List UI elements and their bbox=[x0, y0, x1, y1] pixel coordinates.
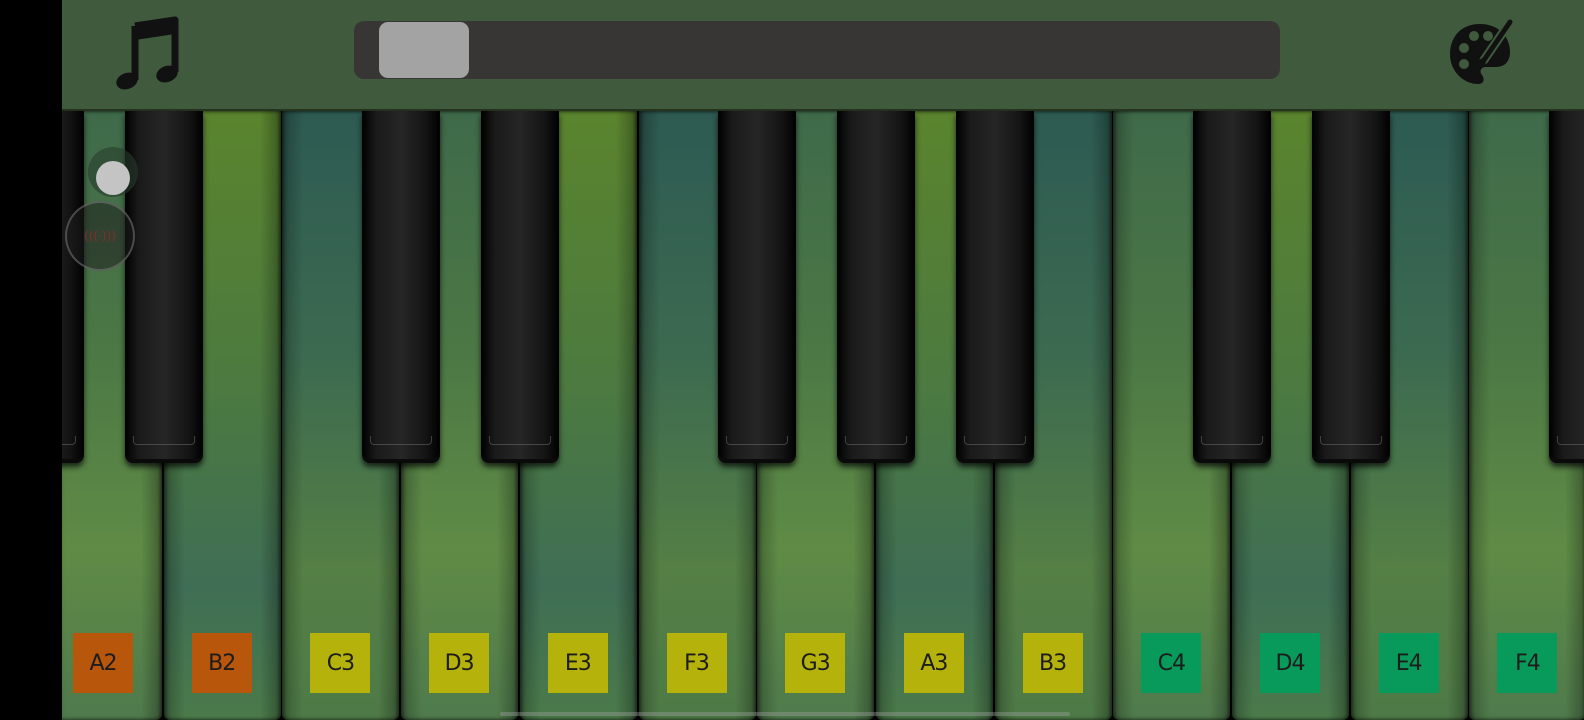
keyboard-scroll-thumb[interactable] bbox=[379, 22, 470, 78]
note-label-c4: C4 bbox=[1141, 633, 1202, 693]
left-black-bar bbox=[0, 0, 62, 720]
note-label-d3: D3 bbox=[429, 633, 490, 693]
note-label-c3: C3 bbox=[310, 633, 371, 693]
piano-app: A2 B2 C3 D3 E3 F3 G3 A3 B3 C4 D4 E4 F4 (((·))) bbox=[62, 0, 1584, 720]
palette-brush-icon bbox=[1450, 18, 1515, 84]
gesture-handle bbox=[500, 712, 1070, 716]
note-label-b2: B2 bbox=[191, 633, 252, 693]
black-key-ds4[interactable] bbox=[1311, 111, 1390, 463]
black-key-as3[interactable] bbox=[955, 111, 1034, 463]
note-label-e3: E3 bbox=[547, 633, 608, 693]
pitch-knob-handle[interactable] bbox=[96, 161, 130, 195]
piano-keyboard: A2 B2 C3 D3 E3 F3 G3 A3 B3 C4 D4 E4 F4 (((·))) bbox=[62, 111, 1584, 720]
note-label-a2: A2 bbox=[73, 633, 133, 693]
black-key-fs3[interactable] bbox=[718, 111, 797, 463]
music-note-button[interactable] bbox=[110, 16, 186, 92]
note-label-f3: F3 bbox=[666, 633, 727, 693]
note-label-g3: G3 bbox=[785, 633, 846, 693]
black-key-gs3[interactable] bbox=[836, 111, 915, 463]
black-key-gs2[interactable] bbox=[62, 111, 84, 463]
note-label-a3: A3 bbox=[903, 633, 964, 693]
record-label: (((·))) bbox=[84, 229, 116, 243]
black-key-fs4[interactable] bbox=[1549, 111, 1584, 463]
top-toolbar bbox=[62, 0, 1584, 111]
black-key-cs4[interactable] bbox=[1193, 111, 1271, 463]
black-key-cs3[interactable] bbox=[362, 111, 441, 463]
record-button[interactable]: (((·))) bbox=[65, 201, 135, 271]
note-label-f4: F4 bbox=[1497, 633, 1558, 693]
music-note-icon bbox=[116, 16, 179, 90]
note-label-e4: E4 bbox=[1378, 633, 1439, 693]
theme-palette-button[interactable] bbox=[1442, 16, 1518, 92]
black-key-ds3[interactable] bbox=[480, 111, 559, 463]
note-label-d4: D4 bbox=[1260, 633, 1320, 693]
note-label-b3: B3 bbox=[1022, 633, 1083, 693]
keyboard-scroll-bar[interactable] bbox=[354, 21, 1280, 79]
